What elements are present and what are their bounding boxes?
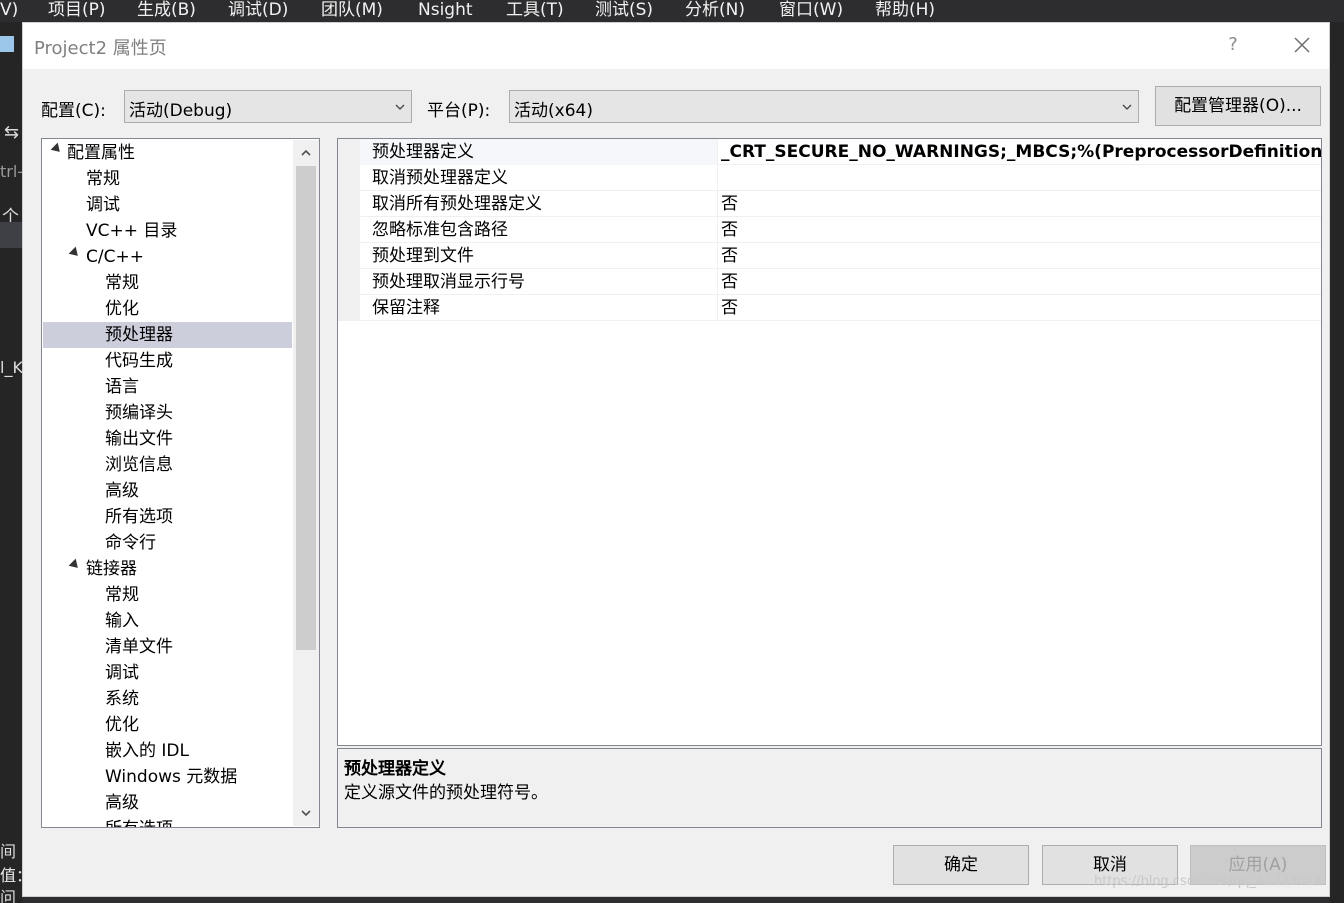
tree-item-config-properties[interactable]: 配置属性	[67, 140, 135, 166]
tree-item[interactable]: 高级	[105, 790, 139, 816]
tree-item[interactable]: 优化	[105, 296, 139, 322]
config-label: 配置(C):	[41, 101, 106, 121]
property-row[interactable]: 忽略标准包含路径 否	[360, 217, 1321, 243]
property-name: 取消预处理器定义	[372, 168, 508, 188]
help-button[interactable]: ?	[1221, 32, 1245, 58]
property-value[interactable]: _CRT_SECURE_NO_WARNINGS;_MBCS;%(Preproce…	[721, 139, 1321, 165]
tree-item[interactable]: 系统	[105, 686, 139, 712]
description-panel: 预处理器定义 定义源文件的预处理符号。	[337, 748, 1322, 828]
background-text: trl-	[0, 162, 22, 181]
tree-item[interactable]: 预编译头	[105, 400, 173, 426]
tree-item[interactable]: 调试	[105, 660, 139, 686]
platform-label: 平台(P):	[427, 101, 491, 121]
tree-scrollbar-thumb[interactable]	[296, 166, 316, 650]
tree-item[interactable]: 浏览信息	[105, 452, 173, 478]
close-icon	[1294, 37, 1310, 53]
property-name: 预处理到文件	[372, 246, 474, 266]
tree-item[interactable]: 优化	[105, 712, 139, 738]
tree-item[interactable]: 所有选项	[105, 504, 173, 530]
property-value[interactable]: 否	[721, 243, 738, 269]
tree-item-linker[interactable]: 链接器	[86, 556, 137, 582]
property-row[interactable]: 预处理取消显示行号 否	[360, 269, 1321, 295]
chevron-down-icon	[1122, 104, 1132, 110]
tree-item[interactable]: 常规	[86, 166, 120, 192]
menu-bar: V) 项目(P) 生成(B) 调试(D) 团队(M) Nsight 工具(T) …	[0, 0, 1344, 22]
menu-view[interactable]: V)	[0, 0, 18, 22]
expand-triangle-icon[interactable]	[50, 142, 64, 156]
tree-item[interactable]: Windows 元数据	[105, 764, 237, 790]
config-manager-button[interactable]: 配置管理器(O)...	[1155, 86, 1321, 126]
dialog-title: Project2 属性页	[34, 38, 167, 59]
property-pages-dialog: Project2 属性页 ? 配置(C): 活动(Debug) 平台(P): 活…	[22, 22, 1330, 897]
property-row[interactable]: 保留注释 否	[360, 295, 1321, 321]
description-title: 预处理器定义	[344, 759, 446, 779]
property-row[interactable]: 预处理器定义 _CRT_SECURE_NO_WARNINGS;_MBCS;%(P…	[360, 139, 1321, 165]
tree-item[interactable]: 常规	[105, 582, 139, 608]
watermark: https://blog.csdn.net/qq_41223014	[1094, 874, 1323, 889]
property-value[interactable]: 否	[721, 191, 738, 217]
property-row[interactable]: 预处理到文件 否	[360, 243, 1321, 269]
property-name: 预处理器定义	[372, 142, 474, 162]
menu-team[interactable]: 团队(M)	[321, 0, 383, 22]
background-text: 值：	[0, 866, 22, 885]
menu-build[interactable]: 生成(B)	[137, 0, 196, 22]
ok-button[interactable]: 确定	[893, 845, 1029, 885]
background-text: l_K	[0, 358, 22, 377]
config-select[interactable]: 活动(Debug)	[124, 90, 412, 123]
property-grid: 预处理器定义 _CRT_SECURE_NO_WARNINGS;_MBCS;%(P…	[337, 138, 1322, 746]
description-text: 定义源文件的预处理符号。	[344, 783, 548, 803]
property-tree: 配置属性 常规 调试 VC++ 目录 C/C++ 常规 优化 预处理器 代码生成…	[41, 138, 320, 828]
chevron-up-icon[interactable]	[301, 148, 311, 158]
tree-item[interactable]: 嵌入的 IDL	[105, 738, 189, 764]
property-name: 预处理取消显示行号	[372, 272, 525, 292]
chevron-down-icon[interactable]	[301, 808, 311, 818]
ide-background-right	[1330, 22, 1344, 903]
tree-item[interactable]: 输出文件	[105, 426, 173, 452]
tree-item[interactable]: 清单文件	[105, 634, 173, 660]
expand-triangle-icon[interactable]	[68, 246, 82, 260]
tree-item[interactable]: 调试	[86, 192, 120, 218]
expand-triangle-icon[interactable]	[68, 558, 82, 572]
property-row[interactable]: 取消所有预处理器定义 否	[360, 191, 1321, 217]
menu-nsight[interactable]: Nsight	[418, 0, 473, 22]
menu-window[interactable]: 窗口(W)	[779, 0, 843, 22]
tree-item[interactable]: 语言	[105, 374, 139, 400]
chevron-down-icon	[395, 104, 405, 110]
property-row[interactable]: 取消预处理器定义	[360, 165, 1321, 191]
property-value[interactable]: 否	[721, 269, 738, 295]
tree-item[interactable]: 所有选项	[105, 816, 173, 827]
background-text: 问值	[0, 888, 17, 903]
menu-tools[interactable]: 工具(T)	[506, 0, 564, 22]
tree-item[interactable]: 输入	[105, 608, 139, 634]
tree-item[interactable]: 常规	[105, 270, 139, 296]
menu-test[interactable]: 测试(S)	[595, 0, 653, 22]
config-select-value: 活动(Debug)	[129, 101, 233, 121]
tree-item[interactable]: 代码生成	[105, 348, 173, 374]
tree-item[interactable]: 高级	[105, 478, 139, 504]
sync-icon: ⇆	[4, 122, 20, 143]
menu-analyze[interactable]: 分析(N)	[685, 0, 745, 22]
property-value[interactable]: 否	[721, 217, 738, 243]
platform-select[interactable]: 活动(x64)	[509, 90, 1139, 123]
platform-select-value: 活动(x64)	[514, 101, 593, 121]
menu-help[interactable]: 帮助(H)	[875, 0, 935, 22]
save-icon	[0, 36, 14, 52]
tree-item-preprocessor[interactable]: 预处理器	[105, 322, 173, 348]
tree-scrollbar[interactable]	[293, 140, 319, 826]
tree-item[interactable]: 命令行	[105, 530, 156, 556]
property-name: 保留注释	[372, 298, 440, 318]
dialog-titlebar: Project2 属性页 ?	[23, 23, 1329, 69]
menu-project[interactable]: 项目(P)	[48, 0, 106, 22]
property-name: 取消所有预处理器定义	[372, 194, 542, 214]
property-name: 忽略标准包含路径	[372, 220, 508, 240]
ide-background-left: ⇆ trl- 个 l_K 间值 值： 问值	[0, 22, 22, 903]
property-value[interactable]: 否	[721, 295, 738, 321]
close-button[interactable]	[1288, 31, 1316, 59]
grid-gutter	[338, 139, 360, 321]
tree-item-cpp[interactable]: C/C++	[86, 244, 144, 270]
background-tab	[0, 222, 22, 248]
tree-item[interactable]: VC++ 目录	[86, 218, 177, 244]
menu-debug[interactable]: 调试(D)	[228, 0, 288, 22]
